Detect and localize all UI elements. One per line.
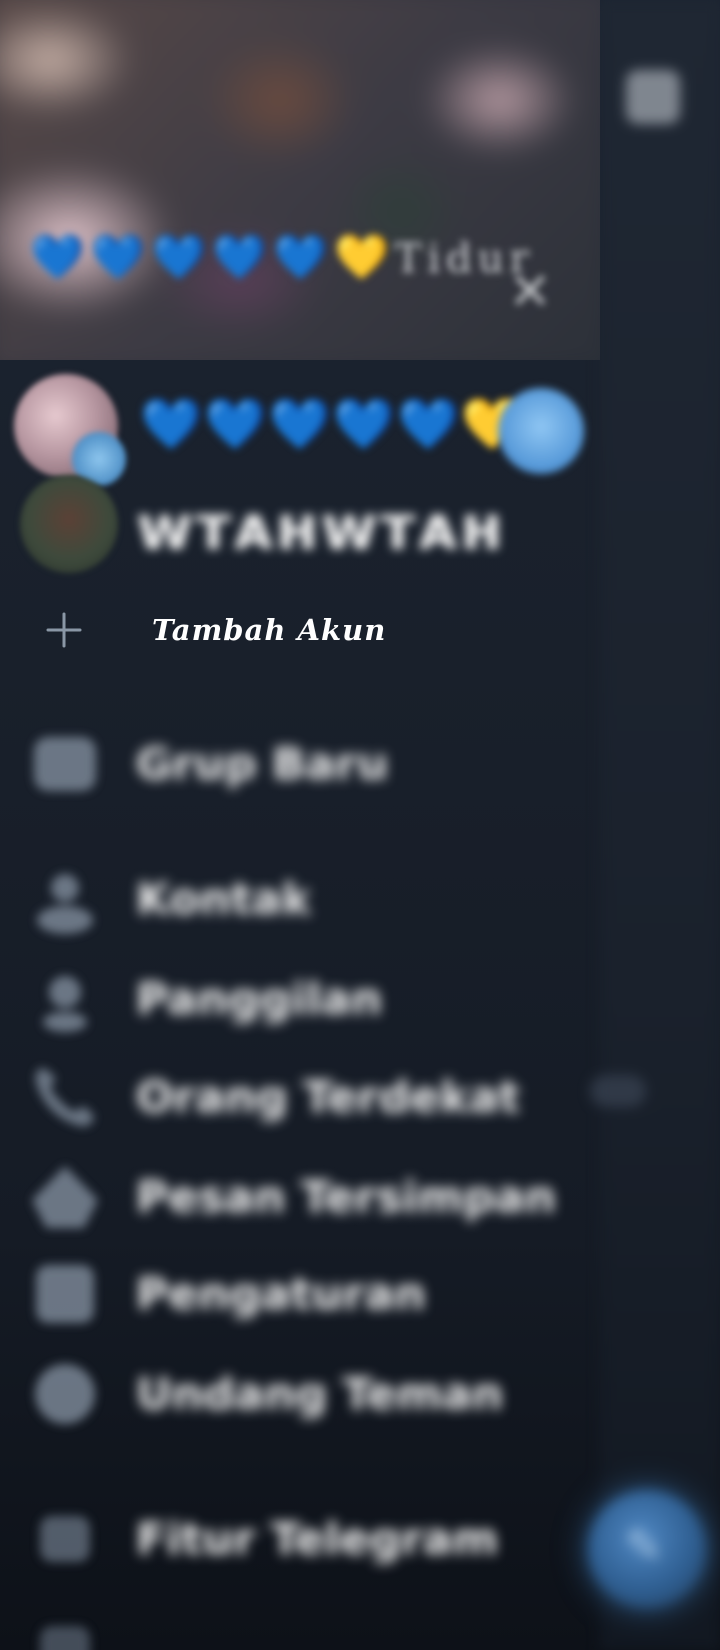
menu-item-settings[interactable]: Pengaturan	[0, 1245, 600, 1341]
menu-item-label: Fitur Telegram	[136, 1514, 499, 1565]
menu-item-saved-messages[interactable]: Pesan Tersimpan	[0, 1148, 600, 1244]
account-name-hearts: 💙💙💙💙💙	[140, 395, 462, 453]
menu-item-nearby[interactable]: Orang Terdekat	[0, 1048, 600, 1144]
menu-item-partial[interactable]	[0, 1600, 600, 1650]
menu-item-calls[interactable]: Panggilan	[0, 950, 600, 1046]
gold-heart: 💛	[333, 232, 395, 283]
menu-item-label: Kontak	[136, 874, 311, 925]
account-name: 💙💙💙💙💙💛	[140, 396, 526, 452]
menu-item-label: Orang Terdekat	[136, 1072, 520, 1123]
plus-icon	[44, 610, 84, 650]
help-icon	[26, 1502, 104, 1576]
compose-button[interactable]: ✎	[588, 1490, 706, 1608]
menu-item-new-group[interactable]: Grup Baru	[0, 715, 600, 811]
menu-item-label: Panggilan	[136, 974, 383, 1025]
menu-item-contacts[interactable]: Kontak	[0, 850, 600, 946]
add-account-button[interactable]: Tambah Akun	[0, 590, 600, 670]
pencil-icon: ✎	[624, 1519, 664, 1573]
chat-list-background: ✎	[588, 0, 720, 1650]
bookmark-icon	[26, 1160, 104, 1234]
menu-item-invite-friends[interactable]: Undang Teman	[0, 1345, 600, 1441]
close-icon[interactable]: ✕	[500, 262, 560, 322]
add-account-label: Tambah Akun	[152, 613, 387, 647]
drawer-header: 💙💙💙💙💙💛Tidur ✕	[0, 0, 600, 360]
account-row-secondary[interactable]: ᴡᴛᴀʜᴡᴛᴀʜ	[0, 475, 600, 575]
blue-hearts: 💙💙💙💙💙	[30, 232, 334, 283]
menu-item-label: Grup Baru	[136, 739, 389, 790]
lock-icon	[626, 70, 680, 124]
help-icon	[26, 1612, 104, 1650]
active-account-check-icon	[498, 388, 584, 474]
avatar	[20, 475, 118, 573]
settings-icon	[26, 1257, 104, 1331]
account-row-current[interactable]: 💙💙💙💙💙💛	[0, 370, 600, 486]
group-icon	[26, 727, 104, 801]
nearby-icon	[26, 1060, 104, 1134]
menu-item-label: Pengaturan	[136, 1269, 426, 1320]
invite-icon	[26, 1357, 104, 1431]
menu-item-label: Undang Teman	[136, 1369, 504, 1420]
telegram-drawer-screen: { "cover": { "hearts_left": "💙💙💙💙💙", "he…	[0, 0, 720, 1650]
account-name: ᴡᴛᴀʜᴡᴛᴀʜ	[136, 491, 505, 564]
menu-item-label: Pesan Tersimpan	[136, 1172, 556, 1223]
phone-icon	[26, 962, 104, 1036]
navigation-drawer: 💙💙💙💙💙💛Tidur ✕ 💙💙💙💙💙💛 ᴡᴛᴀʜᴡᴛᴀʜ Tambah Aku…	[0, 0, 600, 1650]
menu-item-telegram-features[interactable]: Fitur Telegram	[0, 1490, 600, 1586]
contact-icon	[26, 862, 104, 936]
header-status-text: 💙💙💙💙💙💛Tidur	[30, 236, 535, 282]
